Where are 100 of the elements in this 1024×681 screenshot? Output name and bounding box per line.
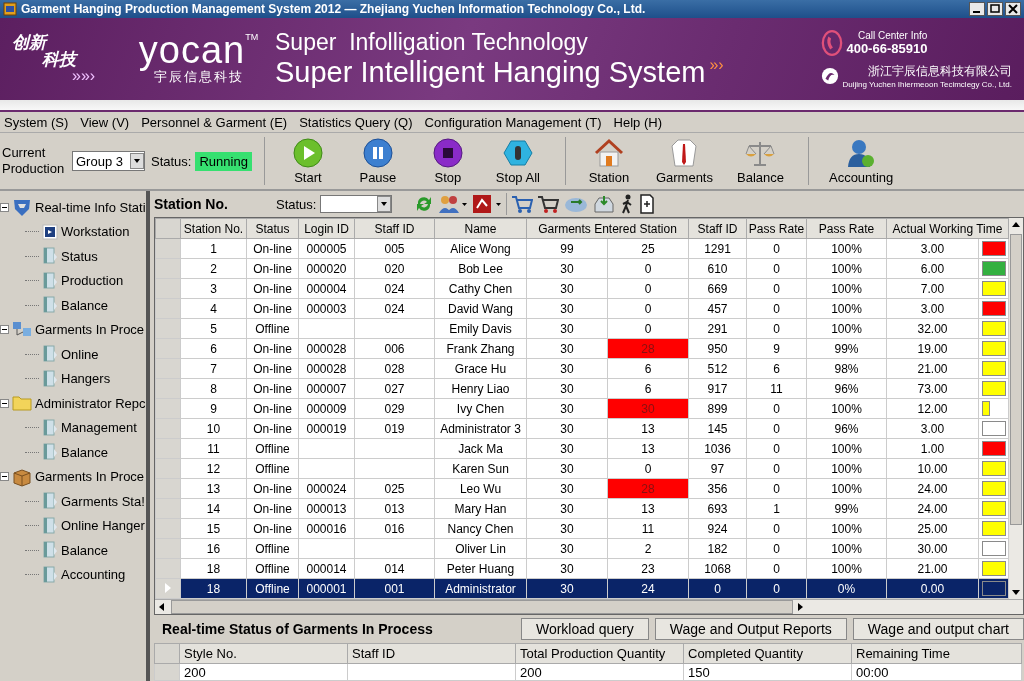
table-row[interactable]: 11 Offline Jack Ma 30 13 1036 0 100% 1.00 [155,438,1009,459]
menu-item[interactable]: Personnel & Garment (E) [141,114,288,130]
table-row[interactable]: 14 On-line 000013 013 Mary Han 30 13 693 1 99% 24.00 [155,498,1009,519]
scroll-thumb[interactable] [1010,234,1022,526]
column-header[interactable]: Total Production Quantity [515,643,684,664]
chart-tool-icon[interactable] [472,194,503,215]
menu-item[interactable]: Help (H) [613,114,662,130]
collapse-icon[interactable] [0,398,9,408]
table-row[interactable]: 5 Offline Emily Davis 30 0 291 0 100% 32.00 [155,318,1009,339]
table-row[interactable]: 1 On-line 000005 005 Alice Wong 99 25 1291 0 100% 3.00 [155,238,1009,259]
menu-item[interactable]: System (S) [4,114,69,130]
toolbar-button[interactable]: Stop All [494,137,541,185]
table-cell: 100% [806,398,887,419]
status-label: Status: [151,153,192,169]
column-header[interactable]: Staff ID [688,218,747,239]
table-row[interactable]: 18 Offline 000001 001 Administrator 30 24 0 0 0% 0.00 [155,578,1009,599]
horizontal-scrollbar[interactable] [155,599,1023,615]
column-header[interactable]: Login ID [298,218,355,239]
document-icon[interactable] [639,194,656,215]
collapse-icon[interactable] [0,325,9,335]
menu-item[interactable]: Statistics Query (Q) [299,114,413,130]
stop-icon [432,137,463,168]
table-cell: 025 [354,478,435,499]
tree-item[interactable]: Balance [61,444,108,460]
menu-item[interactable]: View (V) [80,114,130,130]
status-dropdown[interactable] [320,195,393,214]
table-row[interactable]: 4 On-line 000003 024 David Wang 30 0 457 0 100% 3.00 [155,298,1009,319]
column-header[interactable]: Station No. [180,218,247,239]
table-cell: 0 [746,458,807,479]
tree-item[interactable]: Online Hanger [61,518,145,534]
tree-item[interactable]: Workstation [61,224,130,240]
toolbar-button[interactable]: Pause [354,137,401,185]
table-cell: 000016 [298,518,355,539]
minimize-icon[interactable] [969,2,985,16]
table-row[interactable]: 3 On-line 000004 024 Cathy Chen 30 0 669 0 100% 7.00 [155,278,1009,299]
table-row[interactable]: 2 On-line 000020 020 Bob Lee 30 0 610 0 100% 6.00 [155,258,1009,279]
table-cell: 512 [688,358,747,379]
column-header[interactable]: Style No. [179,643,348,664]
tree-item[interactable]: Production [61,273,124,289]
tree-item[interactable]: Balance [61,297,108,313]
column-header[interactable]: Remaining Time [851,643,1022,664]
table-row[interactable]: 9 On-line 000009 029 Ivy Chen 30 30 899 0 100% 12.00 [155,398,1009,419]
column-header[interactable]: Staff ID [354,218,435,239]
tree-item[interactable]: Garments Sta! [61,493,145,509]
toolbar-button[interactable]: Stop [424,137,471,185]
table-row[interactable]: 6 On-line 000028 006 Frank Zhang 30 28 950 9 99% 19.00 [155,338,1009,359]
book-icon [42,492,58,511]
column-header[interactable]: Status [246,218,299,239]
report-button[interactable]: Wage and output chart [852,618,1024,641]
table-row[interactable]: 12 Offline Karen Sun 30 0 97 0 100% 10.00 [155,458,1009,479]
table-row[interactable]: 13 On-line 000024 025 Leo Wu 30 28 356 0 100% 24.00 [155,478,1009,499]
column-header[interactable]: Pass Rate [746,218,807,239]
tree-item[interactable]: Real-time Info Stati [35,199,146,215]
column-header[interactable]: Staff ID [347,643,516,664]
toolbar-button[interactable]: Garments [655,137,713,185]
table-cell: 13 [180,478,247,499]
table-row[interactable]: 15 On-line 000016 016 Nancy Chen 30 11 924 0 100% 25.00 [155,518,1009,539]
tree-item[interactable]: Administrator Repc [35,395,146,411]
table-row[interactable]: 18 Offline 000014 014 Peter Huang 30 23 1068 0 100% 21.00 [155,558,1009,579]
scroll-thumb[interactable] [171,600,793,615]
toolbar-button[interactable]: Balance [737,137,784,185]
tree-item[interactable]: Management [61,420,137,436]
menu-item[interactable]: Configuration Management (T) [424,114,602,130]
table-row[interactable]: 8 On-line 000007 027 Henry Liao 30 6 917 11 96% 73.00 [155,378,1009,399]
row-header [155,458,181,479]
tree-item[interactable]: Online [61,346,99,362]
people-icon[interactable] [438,194,469,215]
column-header[interactable]: Completed Quantity [683,643,852,664]
production-label: Current Production [2,145,64,177]
tree-item[interactable]: Hangers [61,371,111,387]
tree-item[interactable]: Garments In Proce [35,322,145,338]
toolbar-button[interactable]: Station [585,137,632,185]
group-dropdown[interactable]: Group 3 [72,151,145,171]
table-cell: 30 [526,438,608,459]
table-cell: 356 [688,478,747,499]
tree-item[interactable]: Status [61,248,98,264]
toolbar-button[interactable]: Start [284,137,331,185]
vertical-scrollbar[interactable] [1009,218,1023,600]
tree-item[interactable]: Garments In Proce [35,469,145,485]
cart-icon[interactable] [511,194,534,215]
table-cell: 12 [180,458,247,479]
toolbar-button[interactable]: Accounting [828,137,894,185]
maximize-icon[interactable] [987,2,1003,16]
column-header[interactable]: Name [434,218,527,239]
tree-item[interactable]: Accounting [61,567,126,583]
column-header[interactable]: Pass Rate [806,218,887,239]
collapse-icon[interactable] [0,202,9,212]
report-button[interactable]: Wage and Output Reports [654,618,847,641]
table-cell: 1036 [688,438,747,459]
tree-item[interactable]: Balance [61,542,108,558]
table-cell: Bob Lee [434,258,527,279]
column-header[interactable]: Actual Working Time [886,218,1009,239]
column-header[interactable]: Garments Entered Station [526,218,689,239]
collapse-icon[interactable] [0,472,9,482]
report-button[interactable]: Workload query [520,618,649,641]
table-row[interactable]: 10 On-line 000019 019 Administrator 3 30 13 145 0 96% 3.00 [155,418,1009,439]
table-row[interactable]: 7 On-line 000028 028 Grace Hu 30 6 512 6 98% 21.00 [155,358,1009,379]
table-row[interactable]: 16 Offline Oliver Lin 30 2 182 0 100% 30.00 [155,538,1009,559]
close-icon[interactable] [1005,2,1021,16]
cart-icon[interactable] [537,194,560,215]
